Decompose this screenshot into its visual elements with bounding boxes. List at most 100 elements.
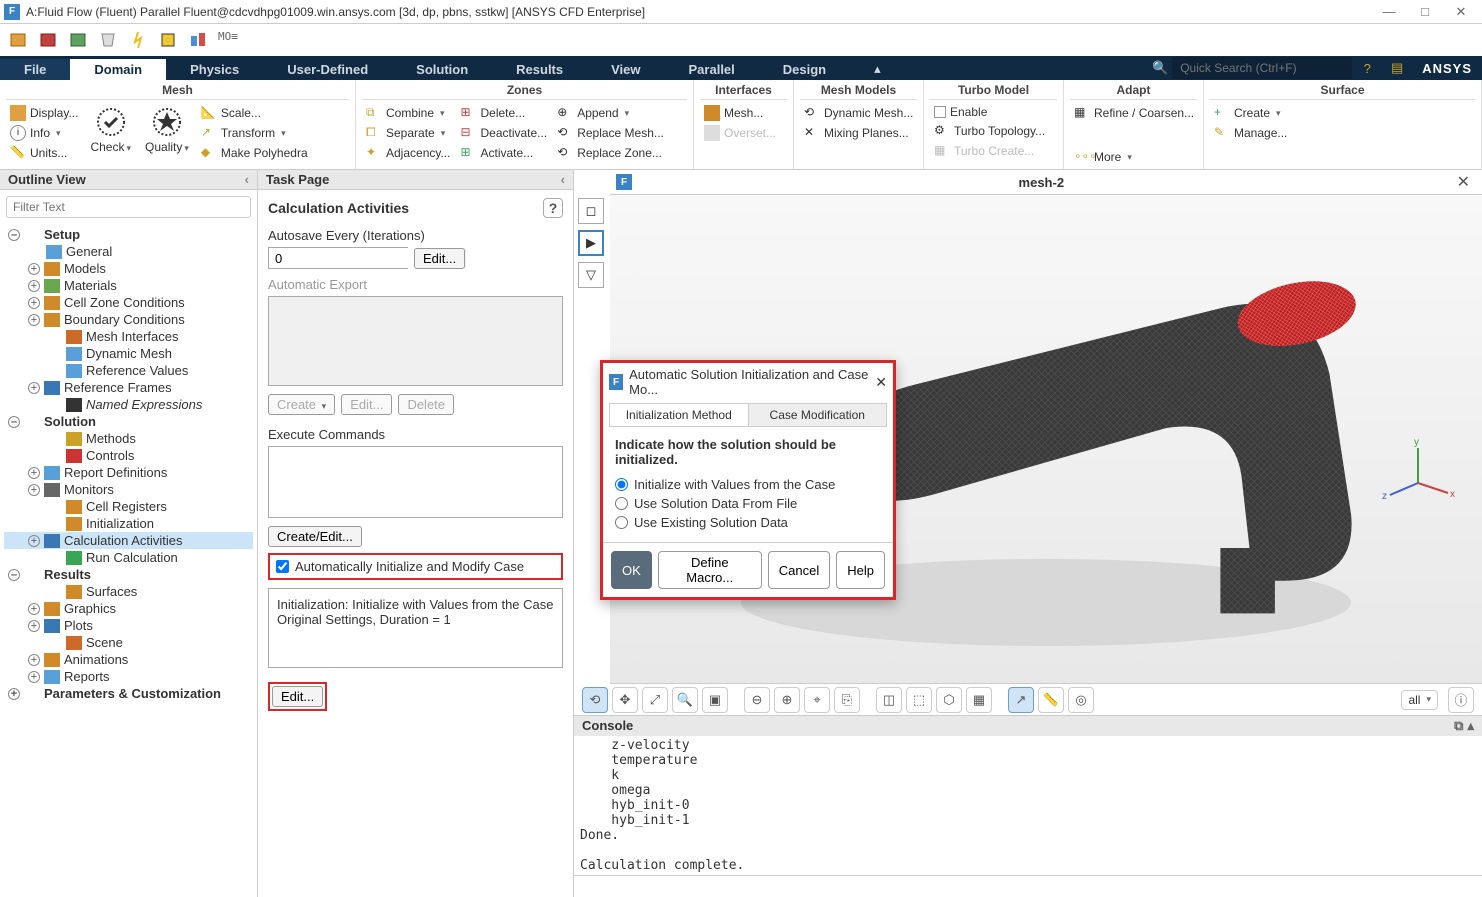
gtb-b[interactable]: ⬚ [906, 687, 932, 713]
maximize-button[interactable]: □ [1416, 3, 1434, 21]
graphics-close-button[interactable]: ✕ [1451, 172, 1476, 192]
zones-combine-button[interactable]: ⧉Combine▾ [362, 104, 454, 122]
adapt-more-button[interactable]: ∘∘∘More▾ [1070, 148, 1198, 166]
interfaces-overset-button[interactable]: Overset... [700, 124, 780, 142]
taskpage-help-icon[interactable]: ? [543, 198, 563, 218]
dialog-help-button[interactable]: Help [836, 551, 885, 589]
tree-node[interactable]: –Solution [4, 413, 253, 430]
ribbon-tab-results[interactable]: Results [492, 59, 587, 80]
ribbon-tab-physics[interactable]: Physics [166, 59, 263, 80]
minimize-button[interactable]: — [1380, 3, 1398, 21]
gtb-select-plus[interactable]: ⊕ [774, 687, 800, 713]
gtb-select-minus[interactable]: ⊖ [744, 687, 770, 713]
auto-init-checkbox[interactable]: Automatically Initialize and Modify Case [276, 559, 555, 574]
tree-node[interactable]: Scene [4, 634, 253, 651]
dialog-opt2[interactable]: Use Solution Data From File [615, 494, 881, 513]
tree-node[interactable]: Controls [4, 447, 253, 464]
tree-node[interactable]: General [4, 243, 253, 260]
gtb-copy[interactable]: ⎘ [834, 687, 860, 713]
tree-node[interactable]: Run Calculation [4, 549, 253, 566]
gtb-axes[interactable]: ↗ [1008, 687, 1034, 713]
gtb-pan[interactable]: ✥ [612, 687, 638, 713]
gtb-info[interactable]: ⓘ [1448, 687, 1474, 713]
dialog-opt1[interactable]: Initialize with Values from the Case [615, 475, 881, 494]
dialog-tab-casemod[interactable]: Case Modification [748, 404, 887, 426]
qat-icon-8[interactable]: MO≡ [218, 30, 238, 50]
tree-node[interactable]: +Reference Frames [4, 379, 253, 396]
gtb-a[interactable]: ◫ [876, 687, 902, 713]
mesh-check-button[interactable]: Check▾ [84, 104, 137, 156]
auto-export-list[interactable] [268, 296, 563, 386]
gtb-probe[interactable]: ◎ [1068, 687, 1094, 713]
side-tool-2[interactable]: ▶ [578, 230, 604, 256]
turbo-enable-checkbox[interactable]: Enable [930, 104, 1049, 120]
mesh-transform-button[interactable]: ↗Transform▾ [197, 124, 312, 142]
qat-icon-1[interactable] [8, 30, 28, 50]
zones-separate-button[interactable]: ⧠Separate▾ [362, 124, 454, 142]
console-min-icon[interactable]: ▴ [1467, 718, 1474, 734]
tree-node[interactable]: –Setup [4, 226, 253, 243]
tree-node[interactable]: +Reports [4, 668, 253, 685]
adapt-refine-button[interactable]: ▦Refine / Coarsen... [1070, 104, 1198, 122]
mesh-quality-button[interactable]: Quality▾ [139, 104, 195, 156]
tree-node[interactable]: –Results [4, 566, 253, 583]
gtb-d[interactable]: ▦ [966, 687, 992, 713]
zones-delete-button[interactable]: ⊞Delete... [456, 104, 551, 122]
tree-node[interactable]: Methods [4, 430, 253, 447]
tree-node[interactable]: +Plots [4, 617, 253, 634]
tree-node[interactable]: +Materials [4, 277, 253, 294]
console-input[interactable] [574, 875, 1482, 897]
export-delete-button[interactable]: Delete [398, 394, 454, 415]
dialog-opt3[interactable]: Use Existing Solution Data [615, 513, 881, 532]
ribbon-tab-parallel[interactable]: Parallel [665, 59, 759, 80]
ribbon-tab-file[interactable]: File [0, 59, 70, 80]
turbo-topology-button[interactable]: ⚙Turbo Topology... [930, 122, 1049, 140]
qat-icon-4[interactable] [98, 30, 118, 50]
tree-node[interactable]: Cell Registers [4, 498, 253, 515]
gtb-c[interactable]: ⬡ [936, 687, 962, 713]
outline-collapse-button[interactable]: ‹ [245, 172, 249, 187]
tree-node[interactable]: Named Expressions [4, 396, 253, 413]
meshmodels-mixing-button[interactable]: ✕Mixing Planes... [800, 124, 917, 142]
gtb-zoom[interactable]: ⤢ [642, 687, 668, 713]
qat-icon-6[interactable] [158, 30, 178, 50]
tree-node[interactable]: +Graphics [4, 600, 253, 617]
outline-tree[interactable]: –SetupGeneral+Models+Materials+Cell Zone… [0, 224, 257, 897]
zones-append-button[interactable]: ⊕Append▾ [553, 104, 668, 122]
side-tool-1[interactable]: ◻ [578, 198, 604, 224]
dialog-define-macro-button[interactable]: Define Macro... [658, 551, 762, 589]
ribbon-tab-userdefined[interactable]: User-Defined [263, 59, 392, 80]
dialog-ok-button[interactable]: OK [611, 551, 652, 589]
mesh-units-button[interactable]: 📏Units... [6, 144, 82, 162]
qat-icon-3[interactable] [68, 30, 88, 50]
tree-node[interactable]: Initialization [4, 515, 253, 532]
tree-node[interactable]: Dynamic Mesh [4, 345, 253, 362]
meshmodels-dynamic-button[interactable]: ⟲Dynamic Mesh... [800, 104, 917, 122]
mesh-display-button[interactable]: Display... [6, 104, 82, 122]
zones-replace-mesh-button[interactable]: ⟲Replace Mesh... [553, 124, 668, 142]
surface-manage-button[interactable]: ✎Manage... [1210, 124, 1291, 142]
quick-search-input[interactable] [1172, 57, 1352, 79]
gtb-fit[interactable]: 🔍 [672, 687, 698, 713]
qat-icon-7[interactable] [188, 30, 208, 50]
export-edit-button[interactable]: Edit... [341, 394, 392, 415]
interfaces-mesh-button[interactable]: Mesh... [700, 104, 780, 122]
graphics-filter-dropdown[interactable]: all▾ [1401, 690, 1438, 710]
export-create-button[interactable]: Create ▾ [268, 394, 335, 415]
tree-node[interactable]: +Cell Zone Conditions [4, 294, 253, 311]
tree-node[interactable]: Mesh Interfaces [4, 328, 253, 345]
zones-activate-button[interactable]: ⊞Activate... [456, 144, 551, 162]
zones-deactivate-button[interactable]: ⊟Deactivate... [456, 124, 551, 142]
layout-icon[interactable]: ▤ [1386, 57, 1408, 79]
tree-node[interactable]: +Calculation Activities [4, 532, 253, 549]
init-edit-button[interactable]: Edit... [272, 686, 323, 707]
tree-node[interactable]: +Monitors [4, 481, 253, 498]
turbo-create-button[interactable]: ▦Turbo Create... [930, 142, 1049, 160]
ribbon-tab-domain[interactable]: Domain [70, 59, 166, 80]
gtb-ruler[interactable]: 📏 [1038, 687, 1064, 713]
autosave-edit-button[interactable]: Edit... [414, 248, 465, 269]
tree-node[interactable]: +Models [4, 260, 253, 277]
ribbon-expand-toggle[interactable]: ▴ [850, 58, 905, 80]
ribbon-tab-view[interactable]: View [587, 59, 664, 80]
dialog-close-button[interactable]: ✕ [875, 374, 887, 391]
